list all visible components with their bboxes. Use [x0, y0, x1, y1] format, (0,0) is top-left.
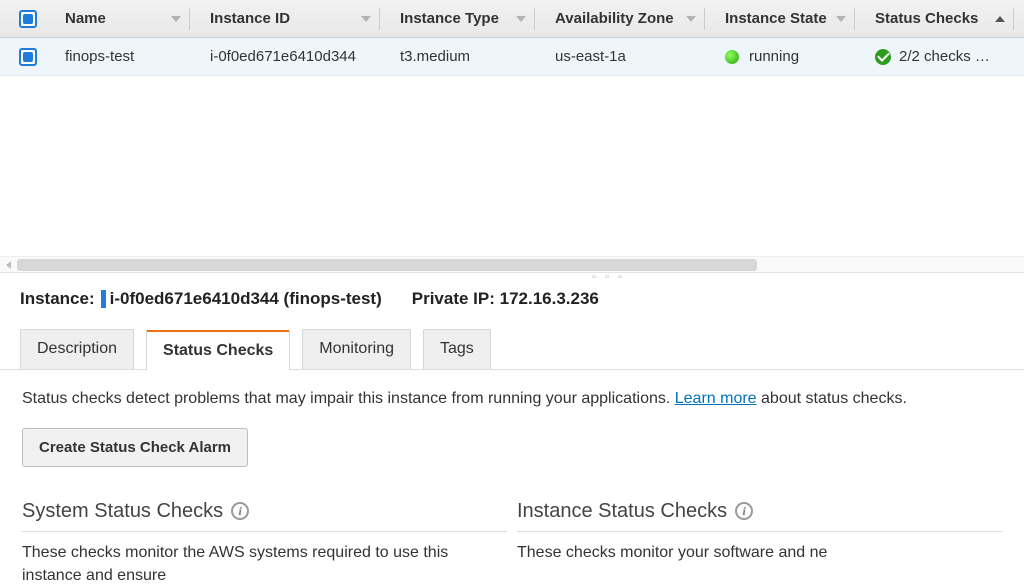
selection-bar-icon: [101, 290, 106, 308]
learn-more-link[interactable]: Learn more: [675, 390, 757, 407]
header-name[interactable]: Name: [55, 0, 200, 37]
info-icon[interactable]: [735, 502, 753, 520]
header-instance-id[interactable]: Instance ID: [200, 0, 390, 37]
system-section-desc: These checks monitor the AWS systems req…: [22, 542, 507, 587]
create-status-check-alarm-button[interactable]: Create Status Check Alarm: [22, 428, 248, 467]
instance-title: i-0f0ed671e6410d344 (finops-test): [110, 289, 382, 309]
table-row[interactable]: finops-test i-0f0ed671e6410d344 t3.mediu…: [0, 38, 1024, 76]
instance-section-title: Instance Status Checks: [517, 497, 727, 525]
instance-section-desc: These checks monitor your software and n…: [517, 542, 1002, 564]
header-status-checks[interactable]: Status Checks: [865, 0, 1024, 37]
checkbox-icon: [19, 10, 37, 28]
horizontal-scrollbar[interactable]: [0, 256, 1024, 272]
row-az: us-east-1a: [555, 48, 626, 65]
row-state: running: [749, 48, 799, 65]
status-description: Status checks detect problems that may i…: [22, 388, 1002, 410]
instances-table-header: Name Instance ID Instance Type Availabil…: [0, 0, 1024, 38]
info-icon[interactable]: [231, 502, 249, 520]
row-instance-type: t3.medium: [400, 48, 470, 65]
sort-icon: [686, 16, 696, 22]
header-az-label: Availability Zone: [555, 10, 674, 27]
header-instance-type[interactable]: Instance Type: [390, 0, 545, 37]
detail-header: ▫ ▫ ▫ Instance: i-0f0ed671e6410d344 (fin…: [0, 272, 1024, 315]
table-empty-space: [0, 76, 1024, 256]
scroll-left-icon: [6, 261, 11, 269]
instance-status-checks-section: Instance Status Checks These checks moni…: [517, 497, 1002, 587]
tab-description[interactable]: Description: [20, 329, 134, 369]
system-status-checks-section: System Status Checks These checks monito…: [22, 497, 507, 587]
header-name-label: Name: [65, 10, 106, 27]
system-section-title: System Status Checks: [22, 497, 223, 525]
tab-status-checks[interactable]: Status Checks: [146, 330, 290, 370]
header-state-label: Instance State: [725, 10, 827, 27]
tab-tags[interactable]: Tags: [423, 329, 491, 369]
private-ip: Private IP: 172.16.3.236: [412, 289, 599, 309]
scroll-thumb[interactable]: [17, 259, 757, 271]
state-running-icon: [725, 50, 739, 64]
header-select-all[interactable]: [0, 0, 55, 37]
detail-tabs: Description Status Checks Monitoring Tag…: [0, 315, 1024, 370]
sort-icon: [836, 16, 846, 22]
row-select[interactable]: [0, 38, 55, 75]
instance-label: Instance:: [20, 289, 95, 309]
header-instance-state[interactable]: Instance State: [715, 0, 865, 37]
header-instance-id-label: Instance ID: [210, 10, 290, 27]
row-name: finops-test: [65, 48, 134, 65]
checkbox-icon: [19, 48, 37, 66]
sort-asc-icon: [995, 16, 1005, 22]
resize-grip-icon[interactable]: ▫ ▫ ▫: [592, 271, 625, 283]
status-checks-panel: Status checks detect problems that may i…: [0, 370, 1024, 587]
sort-icon: [171, 16, 181, 22]
row-instance-id: i-0f0ed671e6410d344: [210, 48, 356, 65]
header-sc-label: Status Checks: [875, 10, 978, 27]
header-instance-type-label: Instance Type: [400, 10, 499, 27]
header-availability-zone[interactable]: Availability Zone: [545, 0, 715, 37]
tab-monitoring[interactable]: Monitoring: [302, 329, 411, 369]
row-status-checks: 2/2 checks …: [899, 48, 990, 65]
check-ok-icon: [875, 49, 891, 65]
sort-icon: [361, 16, 371, 22]
sort-icon: [516, 16, 526, 22]
